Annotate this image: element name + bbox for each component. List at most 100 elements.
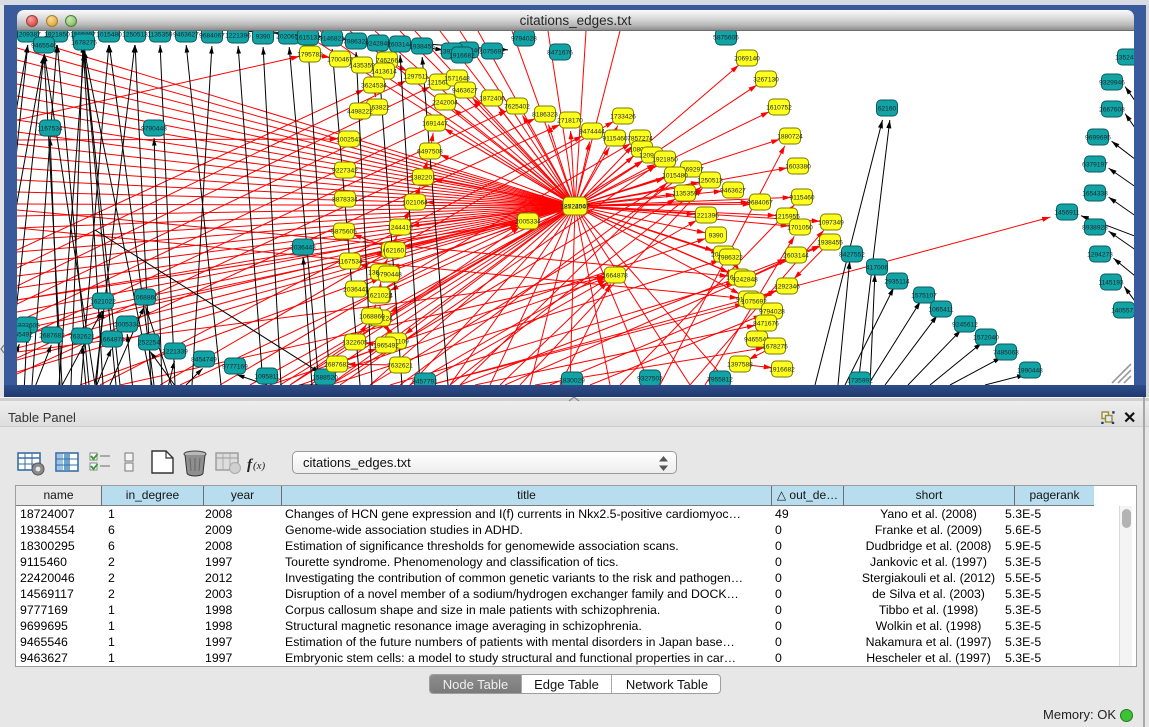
- svg-text:2687682: 2687682: [324, 361, 350, 368]
- svg-text:1167534: 1167534: [37, 125, 63, 132]
- svg-text:8454749: 8454749: [191, 356, 217, 363]
- svg-text:252254: 252254: [138, 339, 160, 346]
- svg-text:7986322: 7986322: [717, 254, 743, 261]
- svg-text:1990448: 1990448: [1017, 367, 1043, 374]
- svg-text:8186323: 8186323: [532, 111, 558, 118]
- svg-text:1735992: 1735992: [847, 377, 873, 384]
- svg-text:7485063: 7485063: [993, 349, 1019, 356]
- svg-text:1068860: 1068860: [359, 313, 385, 320]
- svg-text:1352485: 1352485: [1115, 54, 1134, 61]
- svg-text:8938928: 8938928: [1082, 224, 1108, 231]
- svg-text:1830029: 1830029: [559, 377, 585, 384]
- svg-text:9115460: 9115460: [602, 135, 628, 142]
- svg-text:2687682: 2687682: [39, 332, 65, 339]
- svg-text:6379197: 6379197: [1082, 161, 1108, 168]
- svg-text:4498222: 4498222: [347, 108, 373, 115]
- svg-text:1065411: 1065411: [928, 306, 954, 313]
- svg-text:1575107: 1575107: [911, 292, 937, 299]
- svg-text:9245612: 9245612: [952, 321, 978, 328]
- svg-text:1075692: 1075692: [479, 48, 505, 55]
- svg-text:9474444: 9474444: [579, 128, 605, 135]
- svg-text:1880724: 1880724: [777, 133, 803, 140]
- svg-text:1002543: 1002543: [336, 136, 362, 143]
- svg-text:(x): (x): [253, 460, 266, 472]
- svg-text:1456911: 1456911: [1054, 209, 1080, 216]
- svg-text:1795782: 1795782: [297, 51, 323, 58]
- svg-text:1250513: 1250513: [697, 177, 723, 184]
- svg-text:2603144: 2603144: [783, 252, 809, 259]
- svg-text:1610752: 1610752: [766, 104, 792, 111]
- svg-text:2718170: 2718170: [557, 117, 583, 124]
- svg-text:8471676: 8471676: [547, 49, 573, 56]
- svg-text:1322605: 1322605: [342, 339, 368, 346]
- svg-text:1015480: 1015480: [96, 31, 122, 38]
- svg-text:1965492: 1965492: [373, 342, 399, 349]
- svg-text:1621022: 1621022: [366, 292, 392, 299]
- svg-text:3267130: 3267130: [753, 76, 779, 83]
- svg-text:1413614: 1413614: [371, 68, 397, 75]
- svg-text:1916682: 1916682: [449, 52, 475, 59]
- svg-text:1167534: 1167534: [337, 258, 363, 265]
- svg-text:9794028: 9794028: [511, 35, 537, 42]
- svg-text:1615132: 1615132: [295, 34, 321, 41]
- svg-text:5875605: 5875605: [331, 228, 357, 235]
- svg-text:8427552: 8427552: [839, 251, 865, 258]
- svg-text:2005334: 2005334: [114, 321, 140, 328]
- svg-text:18724007: 18724007: [560, 204, 590, 211]
- svg-text:1297511: 1297511: [403, 73, 429, 80]
- svg-text:9115460: 9115460: [789, 194, 815, 201]
- svg-text:1678275: 1678275: [71, 39, 97, 46]
- svg-text:1135359: 1135359: [147, 31, 173, 38]
- svg-text:5875605: 5875605: [713, 34, 739, 41]
- svg-text:2036443: 2036443: [290, 244, 316, 251]
- svg-text:1938455: 1938455: [817, 239, 843, 246]
- svg-text:7955812: 7955812: [707, 376, 733, 383]
- svg-text:9684067: 9684067: [747, 199, 773, 206]
- svg-text:1095811: 1095811: [254, 373, 280, 380]
- svg-text:1294273: 1294273: [1087, 251, 1113, 258]
- svg-text:1068860: 1068860: [132, 294, 158, 301]
- svg-text:1916682: 1916682: [769, 366, 795, 373]
- svg-text:2005334: 2005334: [515, 218, 541, 225]
- svg-text:9794028: 9794028: [759, 308, 785, 315]
- svg-text:1733426: 1733426: [610, 113, 636, 120]
- svg-text:9242848: 9242848: [732, 276, 758, 283]
- svg-text:1654338: 1654338: [1082, 190, 1108, 197]
- svg-text:7632621: 7632621: [387, 362, 413, 369]
- svg-text:1572040: 1572040: [973, 334, 999, 341]
- svg-text:1701050: 1701050: [787, 224, 813, 231]
- svg-text:1397588: 1397588: [727, 361, 753, 368]
- svg-text:1603380: 1603380: [785, 163, 811, 170]
- svg-text:1664878: 1664878: [99, 336, 125, 343]
- svg-text:9227342: 9227342: [332, 167, 358, 174]
- svg-text:9457791: 9457791: [412, 378, 438, 385]
- svg-text:8878334: 8878334: [332, 196, 358, 203]
- svg-text:1221396: 1221396: [225, 32, 251, 39]
- svg-text:62160: 62160: [386, 247, 405, 254]
- svg-text:9146821: 9146821: [319, 35, 345, 42]
- svg-text:1292346: 1292346: [774, 283, 800, 290]
- svg-text:1015480: 1015480: [662, 172, 688, 179]
- svg-text:1405571: 1405571: [1111, 307, 1134, 314]
- svg-text:6497508: 6497508: [417, 148, 443, 155]
- svg-text:8471676: 8471676: [753, 320, 779, 327]
- svg-text:1571648: 1571648: [444, 75, 470, 82]
- svg-text:7632621: 7632621: [69, 333, 95, 340]
- svg-text:2069140: 2069140: [734, 55, 760, 62]
- svg-text:417006: 417006: [866, 264, 888, 271]
- svg-text:9465546: 9465546: [31, 42, 57, 49]
- svg-text:9777169: 9777169: [222, 363, 248, 370]
- svg-text:9327503: 9327503: [637, 375, 663, 382]
- svg-text:1965492: 1965492: [17, 331, 33, 338]
- svg-text:2242004: 2242004: [432, 99, 458, 106]
- svg-text:1021064: 1021064: [402, 199, 428, 206]
- svg-text:1588520: 1588520: [312, 374, 338, 381]
- svg-text:9390: 9390: [709, 232, 724, 239]
- svg-text:2935114: 2935114: [884, 278, 910, 285]
- svg-text:1664878: 1664878: [602, 272, 628, 279]
- svg-text:1221396: 1221396: [693, 212, 719, 219]
- svg-text:1097349: 1097349: [818, 219, 844, 226]
- svg-text:3624534: 3624534: [361, 82, 387, 89]
- svg-text:9699695: 9699695: [1085, 134, 1111, 141]
- svg-text:1921850: 1921850: [652, 156, 678, 163]
